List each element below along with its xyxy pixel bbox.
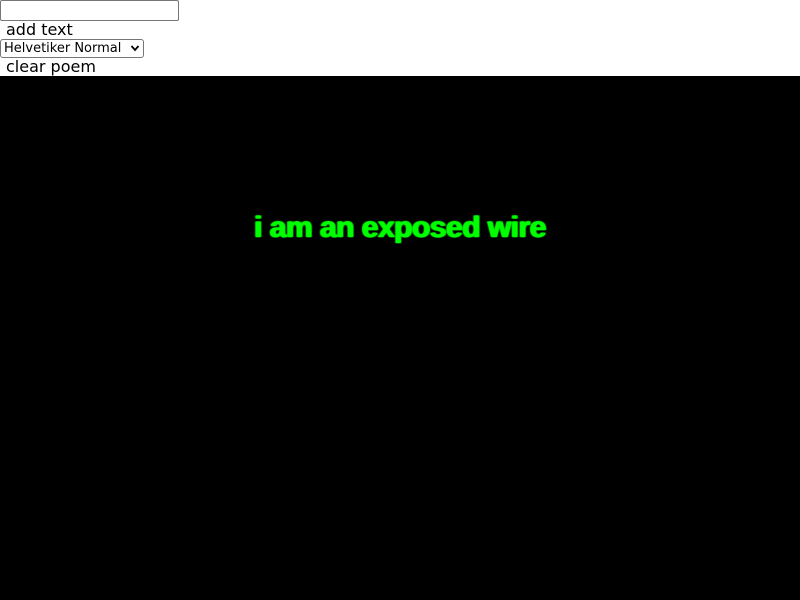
clear-poem-button[interactable]: clear poem [6,58,96,76]
poem-canvas[interactable]: i am an exposed wire [0,76,800,600]
font-select-value: Helvetiker Normal [4,41,122,56]
controls-panel: add text Helvetiker Normal clear poem [0,0,800,76]
chevron-down-icon [130,45,140,52]
text-input[interactable] [0,0,179,21]
poem-text: i am an exposed wire [254,211,546,244]
font-select[interactable]: Helvetiker Normal [0,39,144,58]
add-text-button[interactable]: add text [6,21,73,39]
